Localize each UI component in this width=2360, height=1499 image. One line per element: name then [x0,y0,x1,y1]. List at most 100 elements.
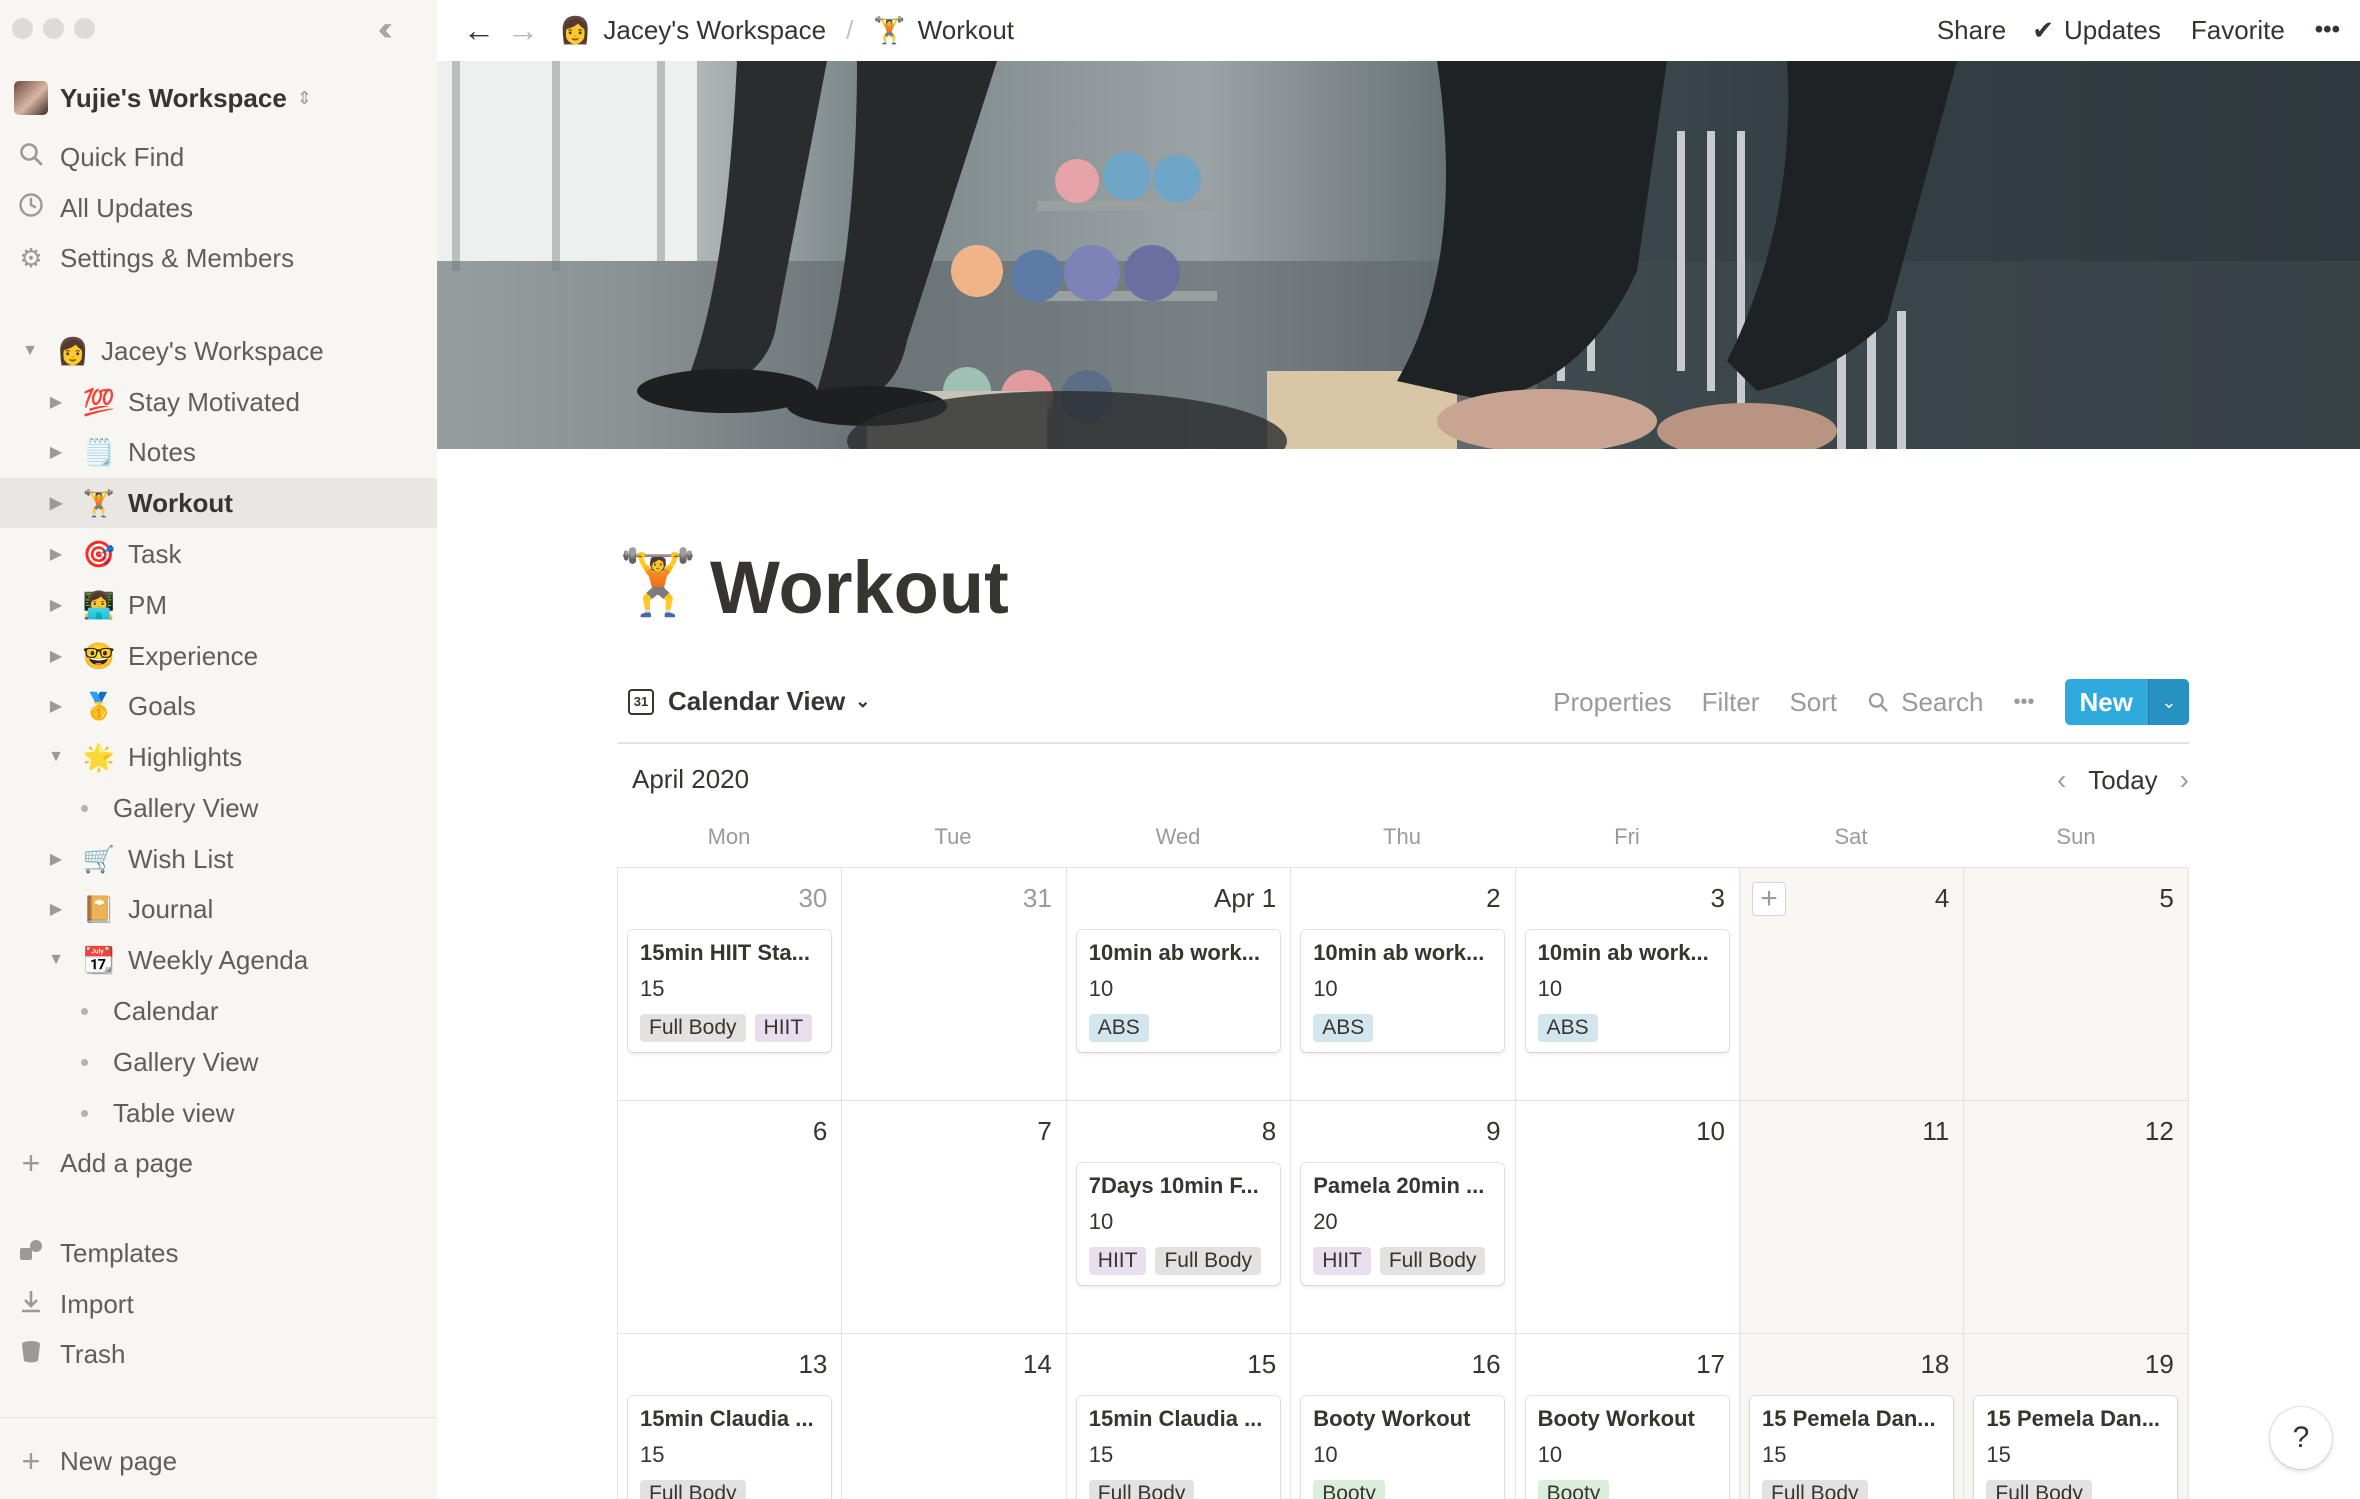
updates-button[interactable]: Updates [2064,15,2161,46]
calendar-day-cell[interactable]: +4 [1740,868,1965,1101]
triangle-right-icon[interactable]: ▶ [46,646,66,666]
calendar-day-cell[interactable]: 16 Booty Workout 10 Booty [1291,1334,1516,1499]
sidebar-item-pm[interactable]: ▶ 👩‍💻 PM [0,580,437,630]
new-button[interactable]: New [2064,679,2148,725]
sidebar-item-table-view[interactable]: Table view [0,1088,437,1138]
event-card[interactable]: 10min ab work... 10 ABS [1525,930,1729,1052]
calendar-day-cell[interactable]: 10 [1515,1101,1740,1334]
next-month-icon[interactable]: › [2180,764,2189,796]
calendar-day-cell[interactable]: 11 [1740,1101,1965,1334]
triangle-right-icon[interactable]: ▶ [46,392,66,412]
sidebar-item-highlights[interactable]: ▼ 🌟 Highlights [0,732,437,782]
chevron-down-icon[interactable]: ⌄ [2148,679,2189,725]
sidebar-item-notes[interactable]: ▶ 🗒️ Notes [0,427,437,477]
event-card[interactable]: 15min Claudia ... 15 Full Body [628,1396,831,1499]
window-zoom-button[interactable] [74,18,95,39]
all-updates-button[interactable]: All Updates [0,184,437,232]
search-button[interactable]: Search [1867,687,1984,718]
templates-button[interactable]: Templates [0,1229,437,1277]
event-card[interactable]: 7Days 10min F... 10 HIIT Full Body [1076,1163,1280,1285]
calendar-day-cell[interactable]: 9 Pamela 20min ... 20 HIIT Full Body [1291,1101,1516,1334]
triangle-right-icon[interactable]: ▶ [46,544,66,564]
filter-button[interactable]: Filter [1702,687,1760,718]
trash-button[interactable]: Trash [0,1330,437,1378]
triangle-right-icon[interactable]: ▶ [46,442,66,462]
window-close-button[interactable] [12,18,33,39]
sidebar-item-journal[interactable]: ▶ 📔 Journal [0,884,437,934]
window-minimize-button[interactable] [43,18,64,39]
breadcrumb-jaceys-workspace[interactable]: 👩 Jacey's Workspace [559,15,826,46]
event-card[interactable]: 10min ab work... 10 ABS [1301,930,1505,1052]
triangle-down-icon[interactable]: ▼ [46,951,66,969]
import-button[interactable]: Import [0,1280,437,1328]
previous-month-icon[interactable]: ‹ [2057,764,2066,796]
calendar-day-cell[interactable]: 13 15min Claudia ... 15 Full Body [618,1334,843,1499]
add-event-plus-icon[interactable]: + [1752,882,1786,916]
favorite-button[interactable]: Favorite [2191,15,2285,46]
event-duration: 15 [1762,1442,1787,1467]
sidebar-item-label: Jacey's Workspace [101,335,324,366]
sidebar-item-stay-motivated[interactable]: ▶ 💯 Stay Motivated [0,377,437,427]
event-card[interactable]: 15min Claudia ... 15 Full Body [1076,1396,1280,1499]
help-button[interactable]: ? [2270,1407,2332,1469]
calendar-day-cell[interactable]: 8 7Days 10min F... 10 HIIT Full Body [1066,1101,1292,1334]
today-button[interactable]: Today [2088,765,2157,796]
back-arrow-icon[interactable]: ← [463,12,495,49]
calendar-day-cell[interactable]: 12 [1964,1101,2189,1334]
share-button[interactable]: Share [1937,15,2006,46]
sidebar-item-gallery-view[interactable]: Gallery View [0,783,437,833]
event-card[interactable]: 10min ab work... 10 ABS [1076,930,1280,1052]
calendar-day-cell[interactable]: 30 15min HIIT Sta... 15 Full Body HIIT [618,868,843,1101]
triangle-right-icon[interactable]: ▶ [46,493,66,513]
sidebar-item-wish-list[interactable]: ▶ 🛒 Wish List [0,834,437,884]
calendar-day-cell[interactable]: 14 [842,1334,1067,1499]
collapse-sidebar-icon[interactable]: ‹‹ [378,10,392,49]
calendar-day-cell[interactable]: 15 15min Claudia ... 15 Full Body [1067,1334,1292,1499]
sidebar-item-label: Goals [128,690,196,721]
calendar-day-cell[interactable]: 19 15 Pemela Dan... 15 Full Body [1964,1334,2189,1499]
add-page-button[interactable]: + Add a page [0,1139,437,1187]
new-page-button[interactable]: + New page [0,1437,437,1485]
event-card[interactable]: 15 Pemela Dan... 15 Full Body [1974,1396,2178,1499]
event-card[interactable]: Booty Workout 10 Booty [1301,1396,1505,1499]
settings-members-button[interactable]: ⚙ Settings & Members [0,234,437,282]
calendar-day-cell[interactable]: 18 15 Pemela Dan... 15 Full Body [1740,1334,1965,1499]
triangle-right-icon[interactable]: ▶ [46,696,66,716]
triangle-right-icon[interactable]: ▶ [46,899,66,919]
calendar-day-cell[interactable]: 3 10min ab work... 10 ABS [1515,868,1740,1101]
calendar-day-cell[interactable]: Apr 1 10min ab work... 10 ABS [1066,868,1292,1101]
sort-button[interactable]: Sort [1789,687,1837,718]
sidebar-item-calendar[interactable]: Calendar [0,986,437,1036]
sidebar-item-experience[interactable]: ▶ 🤓 Experience [0,631,437,681]
triangle-right-icon[interactable]: ▶ [46,849,66,869]
calendar-day-cell[interactable]: 5 [1964,868,2189,1101]
triangle-down-icon[interactable]: ▼ [46,748,66,766]
calendar-day-cell[interactable]: 17 Booty Workout 10 Booty [1516,1334,1740,1499]
calendar-day-cell[interactable]: 31 [842,868,1067,1101]
view-switcher[interactable]: 31 Calendar View ⌄ [628,686,870,717]
event-card[interactable]: 15min HIIT Sta... 15 Full Body HIIT [628,930,831,1052]
breadcrumb-workout[interactable]: 🏋️ Workout [873,15,1014,46]
sidebar-item-jaceys-workspace[interactable]: ▼ 👩 Jacey's Workspace [0,326,437,376]
sidebar-item-goals[interactable]: ▶ 🥇 Goals [0,681,437,731]
properties-button[interactable]: Properties [1553,687,1672,718]
calendar-day-cell[interactable]: 7 [842,1101,1067,1334]
event-card[interactable]: Booty Workout 10 Booty [1525,1396,1729,1499]
event-card[interactable]: 15 Pemela Dan... 15 Full Body [1750,1396,1953,1499]
more-options-icon[interactable]: ••• [2014,691,2035,714]
page-emoji-icon[interactable]: 🏋️ [618,545,698,620]
sidebar-item-gallery-view-2[interactable]: Gallery View [0,1037,437,1087]
forward-arrow-icon[interactable]: → [507,12,539,49]
triangle-right-icon[interactable]: ▶ [46,595,66,615]
sidebar-item-workout[interactable]: ▶ 🏋️ Workout [0,478,437,528]
calendar-day-cell[interactable]: 6 [618,1101,843,1334]
quick-find-button[interactable]: Quick Find [0,133,437,181]
calendar-day-cell[interactable]: 2 10min ab work... 10 ABS [1291,868,1516,1101]
more-options-icon[interactable]: ••• [2315,16,2340,44]
event-card[interactable]: Pamela 20min ... 20 HIIT Full Body [1301,1163,1505,1285]
triangle-down-icon[interactable]: ▼ [20,342,40,360]
sidebar-item-weekly-agenda[interactable]: ▼ 📆 Weekly Agenda [0,935,437,985]
sidebar-item-task[interactable]: ▶ 🎯 Task [0,529,437,579]
page-title[interactable]: Workout [710,545,1009,631]
workspace-switcher[interactable]: Yujie's Workspace ⇕ [14,78,312,118]
